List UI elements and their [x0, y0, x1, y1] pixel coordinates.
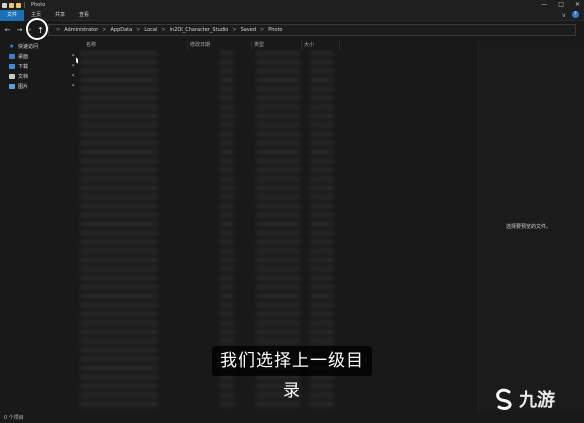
nav-item-label: 文档 — [18, 73, 29, 80]
pictures-icon — [9, 83, 15, 89]
pin-icon: ✦ — [71, 73, 76, 79]
nav-item-downloads[interactable]: 下载 ✦ — [0, 61, 76, 71]
breadcrumb-item[interactable]: AppData — [111, 27, 133, 33]
breadcrumb-item[interactable]: Administrator — [64, 27, 98, 33]
highlight-circle — [26, 18, 48, 40]
window-controls: — □ ✕ — [541, 1, 580, 8]
watermark-logo-icon — [496, 388, 512, 410]
pin-icon: ✦ — [71, 83, 76, 89]
nav-item-label: 下载 — [18, 63, 29, 70]
breadcrumb-separator: > — [136, 27, 141, 33]
back-button[interactable]: ← — [3, 26, 12, 34]
address-row: ← → ∨ ↑ > Administrator > AppData > Loca… — [0, 21, 584, 39]
minimize-button[interactable]: — — [541, 1, 547, 8]
column-header-name[interactable]: 名称 — [86, 41, 188, 50]
navigation-pane: ★ 快速访问 桌面 ✦ 下载 ✦ 文档 ✦ 图片 ✦ — [0, 41, 76, 411]
tab-file[interactable]: 文件 — [0, 9, 25, 21]
breadcrumb-separator: > — [232, 27, 237, 33]
tab-view[interactable]: 查看 — [72, 10, 96, 21]
forward-button[interactable]: → — [15, 26, 24, 34]
nav-item-label: 图片 — [18, 83, 29, 90]
title-bar: Photo — □ ✕ — [0, 0, 584, 10]
pin-icon: ✦ — [71, 63, 76, 69]
nav-item-desktop[interactable]: 桌面 ✦ — [0, 51, 76, 61]
nav-item-documents[interactable]: 文档 ✦ — [0, 71, 76, 81]
document-icon — [9, 73, 15, 79]
nav-item-label: 快速访问 — [18, 43, 39, 50]
quick-access-toolbar-icon[interactable] — [2, 2, 7, 8]
watermark: 九游 — [492, 386, 555, 412]
properties-icon[interactable] — [9, 2, 14, 8]
maximize-button[interactable]: □ — [558, 1, 564, 8]
breadcrumb-separator: > — [102, 27, 107, 33]
breadcrumb-separator: > — [260, 27, 265, 33]
blurred-file-names — [80, 51, 158, 411]
expand-ribbon-icon[interactable]: ∨ — [562, 12, 566, 19]
column-header-type[interactable]: 类型 — [254, 41, 302, 50]
column-header-size[interactable]: 大小 — [304, 41, 340, 50]
tab-share[interactable]: 共享 — [48, 10, 72, 21]
download-icon — [9, 63, 15, 69]
pin-icon: ✦ — [71, 53, 76, 59]
breadcrumb-item[interactable]: in2OI_Character_Studio — [170, 27, 229, 33]
new-folder-icon[interactable] — [16, 2, 21, 8]
desktop-icon — [9, 53, 15, 59]
star-icon: ★ — [9, 42, 15, 50]
close-button[interactable]: ✕ — [575, 1, 580, 8]
video-caption: 我们选择上一级目录 — [212, 346, 372, 401]
status-bar: 0 个项目 — [0, 413, 584, 423]
breadcrumb-item[interactable]: Photo — [268, 27, 282, 33]
nav-item-quick-access[interactable]: ★ 快速访问 — [0, 41, 76, 51]
breadcrumb-item[interactable]: Local — [144, 27, 157, 33]
breadcrumb-separator: > — [161, 27, 166, 33]
window-title: Photo — [31, 2, 46, 8]
watermark-text: 九游 — [519, 390, 555, 411]
column-header-date-modified[interactable]: 修改日期 — [190, 41, 252, 50]
breadcrumb-item[interactable]: Saved — [241, 27, 256, 33]
preview-pane: 选择要预览的文件。 — [478, 41, 584, 411]
nav-item-pictures[interactable]: 图片 ✦ — [0, 81, 76, 91]
preview-message: 选择要预览的文件。 — [506, 224, 552, 230]
title-separator — [24, 2, 25, 8]
address-bar[interactable]: > Administrator > AppData > Local > in2O… — [48, 24, 576, 36]
breadcrumb-separator: > — [56, 27, 61, 33]
ribbon-tabs: 文件 主页 共享 查看 ∨ ? — [0, 9, 584, 21]
help-icon[interactable]: ? — [572, 11, 579, 18]
nav-item-label: 桌面 — [18, 53, 29, 60]
